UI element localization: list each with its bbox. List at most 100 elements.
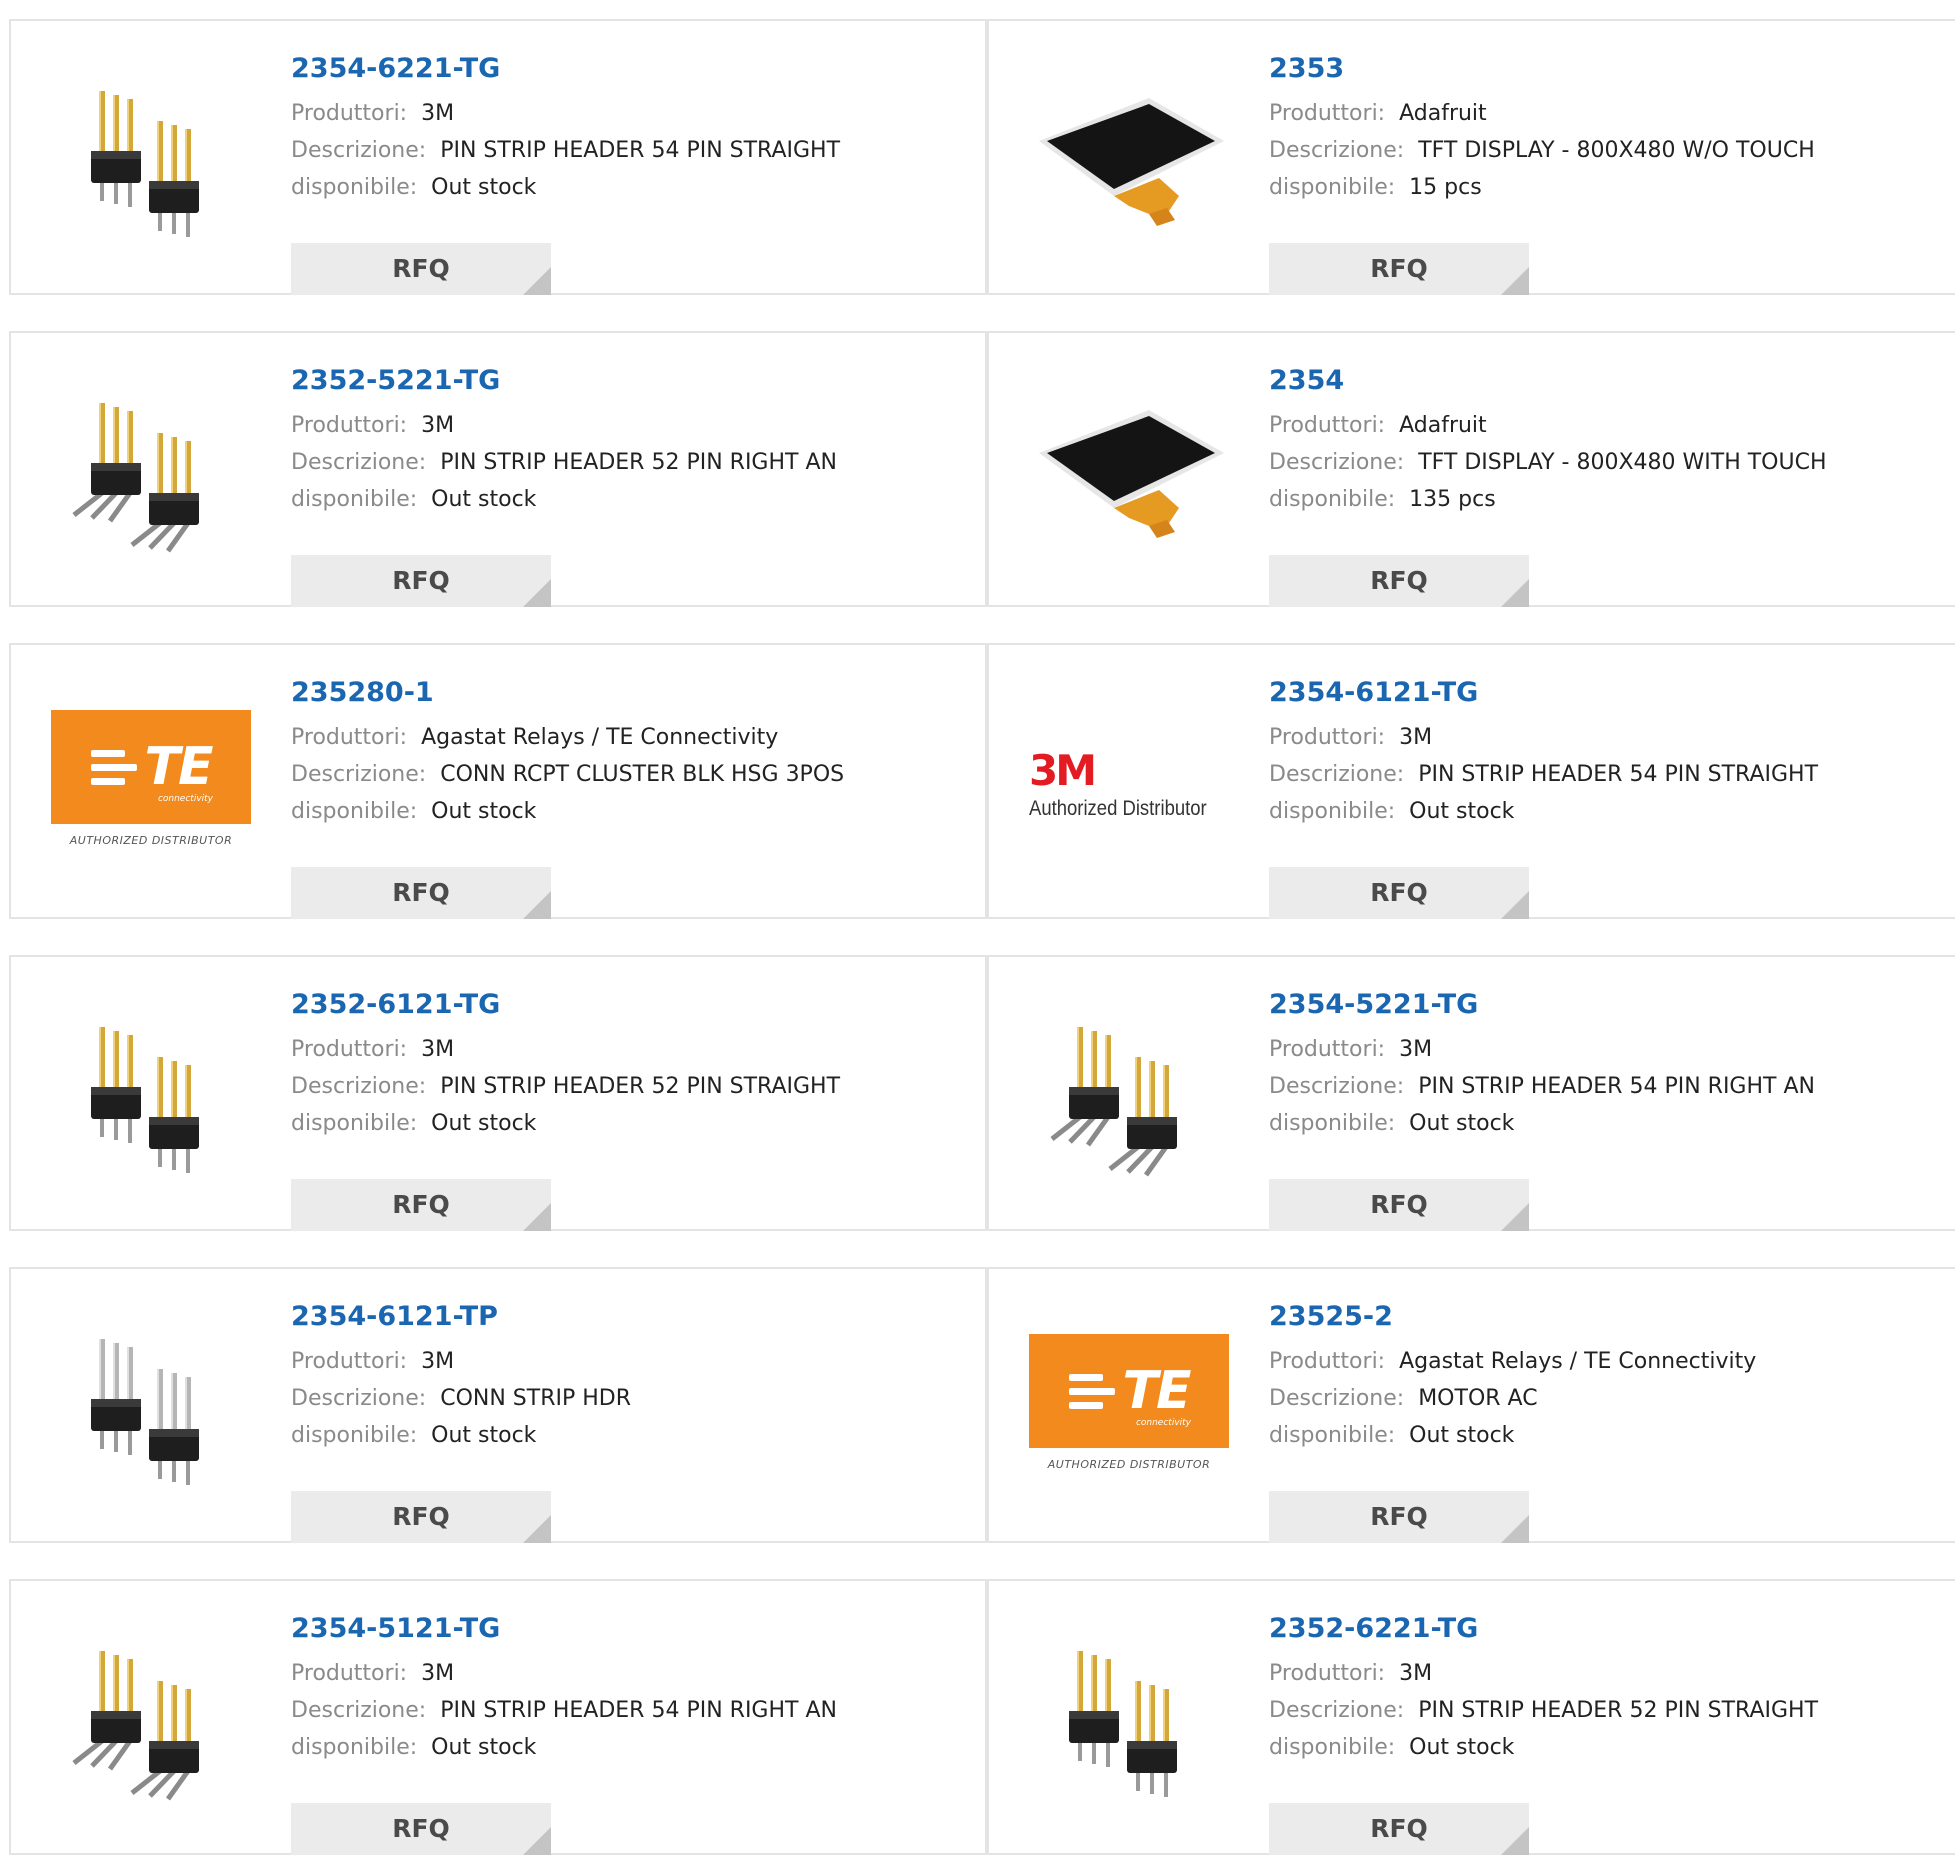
product-image[interactable]: [1029, 373, 1229, 573]
description-value: PIN STRIP HEADER 54 PIN RIGHT AN: [440, 1698, 837, 1723]
availability-value: Out stock: [431, 1423, 537, 1448]
description-value: CONN RCPT CLUSTER BLK HSG 3POS: [440, 762, 845, 787]
te-tagline: AUTHORIZED DISTRIBUTOR: [1047, 1458, 1211, 1471]
part-number-link[interactable]: 2354-5221-TG: [1269, 985, 1945, 1025]
product-info: 2354-6121-TP Produttori: 3M Descrizione: C…: [291, 1297, 975, 1543]
manufacturer-label: Produttori:: [291, 413, 408, 438]
rfq-button[interactable]: RFQ: [1269, 243, 1529, 295]
part-number-link[interactable]: 2352-6221-TG: [1269, 1609, 1945, 1649]
manufacturer-value: 3M: [421, 413, 455, 438]
product-image[interactable]: [1029, 997, 1229, 1197]
product-image[interactable]: [1029, 1621, 1229, 1821]
availability-row: disponibile: 135 pcs: [1269, 481, 1945, 518]
pin-header-straight-icon: [1069, 1651, 1177, 1797]
availability-label: disponibile:: [291, 1735, 418, 1760]
description-row: Descrizione: PIN STRIP HEADER 54 PIN RIGH…: [291, 1692, 975, 1729]
description-value: PIN STRIP HEADER 54 PIN STRAIGHT: [440, 138, 841, 163]
product-image[interactable]: [51, 373, 251, 573]
manufacturer-value: Adafruit: [1399, 101, 1487, 126]
rfq-button[interactable]: RFQ: [1269, 867, 1529, 919]
availability-row: disponibile: Out stock: [291, 1729, 975, 1766]
availability-value: Out stock: [431, 1735, 537, 1760]
rfq-button[interactable]: RFQ: [1269, 1803, 1529, 1855]
part-number-link[interactable]: 2354-6221-TG: [291, 49, 975, 89]
product-info: 23525-2 Produttori: Agastat Relays / TE C…: [1269, 1297, 1945, 1543]
part-number-link[interactable]: 2354: [1269, 361, 1945, 401]
corner-decoration: [523, 1203, 551, 1231]
description-label: Descrizione:: [1269, 1386, 1405, 1411]
rfq-button[interactable]: RFQ: [291, 1803, 551, 1855]
availability-row: disponibile: Out stock: [1269, 1417, 1945, 1454]
part-number-link[interactable]: 235280-1: [291, 673, 975, 713]
rfq-label: RFQ: [392, 566, 450, 595]
product-image[interactable]: TE connectivity AUTHORIZED DISTRIBUTOR: [51, 685, 251, 885]
availability-row: disponibile: Out stock: [291, 1105, 975, 1142]
manufacturer-label: Produttori:: [291, 725, 408, 750]
product-image[interactable]: [51, 61, 251, 261]
rfq-button[interactable]: RFQ: [291, 555, 551, 607]
rfq-button[interactable]: RFQ: [291, 1179, 551, 1231]
description-row: Descrizione: PIN STRIP HEADER 52 PIN RIGH…: [291, 444, 975, 481]
description-row: Descrizione: MOTOR AC: [1269, 1380, 1945, 1417]
rfq-button[interactable]: RFQ: [291, 867, 551, 919]
rfq-label: RFQ: [392, 254, 450, 283]
product-info: 2354-6221-TG Produttori: 3M Descrizione: P…: [291, 49, 975, 295]
part-number-link[interactable]: 2353: [1269, 49, 1945, 89]
corner-decoration: [1501, 1203, 1529, 1231]
product-image[interactable]: [51, 997, 251, 1197]
product-image[interactable]: [51, 1309, 251, 1509]
manufacturer-row: Produttori: 3M: [291, 407, 975, 444]
manufacturer-row: Produttori: 3M: [1269, 719, 1945, 756]
rfq-button[interactable]: RFQ: [1269, 555, 1529, 607]
rfq-label: RFQ: [1370, 566, 1428, 595]
product-info: 235280-1 Produttori: Agastat Relays / TE …: [291, 673, 975, 919]
part-number-link[interactable]: 2354-5121-TG: [291, 1609, 975, 1649]
te-logo-text: TE: [1122, 1361, 1192, 1421]
rfq-button[interactable]: RFQ: [291, 243, 551, 295]
product-image[interactable]: [1029, 61, 1229, 261]
part-number-link[interactable]: 2352-5221-TG: [291, 361, 975, 401]
rfq-button[interactable]: RFQ: [1269, 1491, 1529, 1543]
product-card: 3M Authorized Distributor 2354-6121-TG P…: [987, 643, 1955, 919]
product-image[interactable]: TE connectivity AUTHORIZED DISTRIBUTOR: [1029, 1309, 1229, 1509]
availability-value: Out stock: [1409, 799, 1515, 824]
product-card: 2354-6121-TP Produttori: 3M Descrizione: C…: [9, 1267, 987, 1543]
product-card: 2352-6221-TG Produttori: 3M Descrizione: P…: [987, 1579, 1955, 1855]
te-logo: TE connectivity AUTHORIZED DISTRIBUTOR: [1029, 1334, 1229, 1484]
description-row: Descrizione: TFT DISPLAY - 800X480 W/O TO…: [1269, 132, 1945, 169]
description-row: Descrizione: CONN RCPT CLUSTER BLK HSG 3P…: [291, 756, 975, 793]
product-image[interactable]: [51, 1621, 251, 1821]
part-number-link[interactable]: 23525-2: [1269, 1297, 1945, 1337]
manufacturer-row: Produttori: Agastat Relays / TE Connectiv…: [291, 719, 975, 756]
manufacturer-row: Produttori: 3M: [291, 95, 975, 132]
part-number-link[interactable]: 2352-6121-TG: [291, 985, 975, 1025]
part-number-link[interactable]: 2354-6121-TP: [291, 1297, 975, 1337]
availability-row: disponibile: Out stock: [291, 793, 975, 830]
description-label: Descrizione:: [291, 138, 427, 163]
availability-label: disponibile:: [1269, 1735, 1396, 1760]
rfq-button[interactable]: RFQ: [291, 1491, 551, 1543]
product-info: 2354-5121-TG Produttori: 3M Descrizione: P…: [291, 1609, 975, 1855]
description-row: Descrizione: PIN STRIP HEADER 52 PIN STRA…: [291, 1068, 975, 1105]
manufacturer-value: 3M: [1399, 1037, 1433, 1062]
rfq-button[interactable]: RFQ: [1269, 1179, 1529, 1231]
description-row: Descrizione: PIN STRIP HEADER 54 PIN RIGH…: [1269, 1068, 1945, 1105]
rfq-label: RFQ: [392, 1190, 450, 1219]
availability-label: disponibile:: [1269, 487, 1396, 512]
availability-value: Out stock: [1409, 1111, 1515, 1136]
availability-value: Out stock: [431, 799, 537, 824]
manufacturer-label: Produttori:: [291, 1037, 408, 1062]
availability-value: Out stock: [431, 487, 537, 512]
availability-label: disponibile:: [1269, 1111, 1396, 1136]
manufacturer-label: Produttori:: [1269, 101, 1386, 126]
manufacturer-label: Produttori:: [291, 1349, 408, 1374]
pin-header-right-angle-icon: [72, 403, 199, 553]
product-info: 2354-6121-TG Produttori: 3M Descrizione: P…: [1269, 673, 1945, 919]
te-logo: TE connectivity AUTHORIZED DISTRIBUTOR: [51, 710, 251, 860]
description-value: TFT DISPLAY - 800X480 WITH TOUCH: [1418, 450, 1827, 475]
pin-header-right-angle-icon: [1050, 1027, 1177, 1177]
product-image[interactable]: 3M Authorized Distributor: [1029, 685, 1229, 885]
manufacturer-label: Produttori:: [1269, 1349, 1386, 1374]
part-number-link[interactable]: 2354-6121-TG: [1269, 673, 1945, 713]
manufacturer-value: Agastat Relays / TE Connectivity: [421, 725, 779, 750]
